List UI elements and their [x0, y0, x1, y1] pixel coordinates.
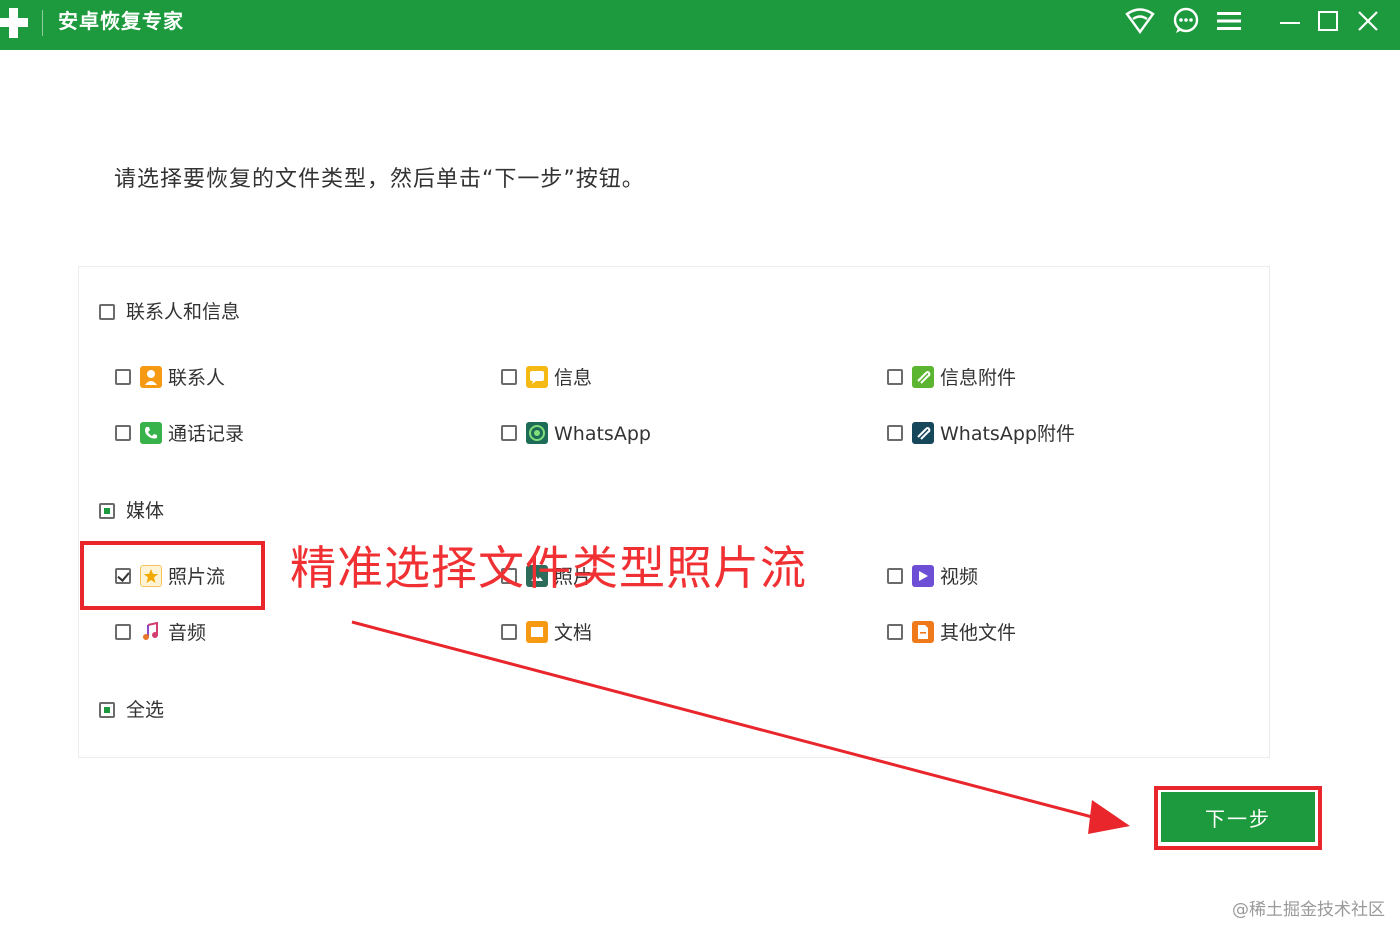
contacts-checkbox[interactable]	[115, 369, 131, 385]
contacts-label: 联系人	[168, 367, 226, 389]
wifi-icon[interactable]	[1124, 6, 1156, 36]
title-bar: 安卓恢复专家	[0, 0, 1400, 50]
videos-label: 视频	[940, 566, 979, 588]
whatsapp-attachments-label: WhatsApp附件	[940, 423, 1075, 445]
documents-checkbox[interactable]	[501, 624, 517, 640]
phone-icon	[140, 422, 162, 444]
media-group-checkbox[interactable]	[99, 503, 115, 519]
minimize-icon[interactable]	[1274, 6, 1306, 36]
file-icon	[912, 621, 934, 643]
whatsapp-checkbox[interactable]	[501, 425, 517, 441]
file-type-panel	[78, 266, 1270, 758]
message-attachments-label: 信息附件	[940, 367, 1017, 389]
app-logo-icon	[0, 4, 30, 40]
attachment-icon	[912, 366, 934, 388]
messages-label: 信息	[554, 367, 593, 389]
videos-checkbox[interactable]	[887, 568, 903, 584]
whatsapp-label: WhatsApp	[554, 423, 651, 445]
audio-label: 音频	[168, 622, 207, 644]
title-divider	[42, 10, 43, 36]
call-log-checkbox[interactable]	[115, 425, 131, 441]
call-log-label: 通话记录	[168, 423, 245, 445]
select-all-checkbox[interactable]	[99, 702, 115, 718]
contacts-messages-group-checkbox[interactable]	[99, 304, 115, 320]
documents-label: 文档	[554, 622, 593, 644]
message-attachments-checkbox[interactable]	[887, 369, 903, 385]
media-group-label: 媒体	[126, 500, 165, 522]
select-all-label: 全选	[126, 699, 165, 721]
chat-icon[interactable]	[1170, 6, 1202, 36]
instruction-text: 请选择要恢复的文件类型，然后单击“下一步”按钮。	[114, 167, 645, 192]
messages-checkbox[interactable]	[501, 369, 517, 385]
next-button[interactable]: 下一步	[1161, 792, 1315, 842]
contacts-messages-group-label: 联系人和信息	[126, 301, 241, 323]
message-icon	[526, 366, 548, 388]
maximize-icon[interactable]	[1312, 6, 1344, 36]
whatsapp-attachment-icon	[912, 422, 934, 444]
whatsapp-attachments-checkbox[interactable]	[887, 425, 903, 441]
video-icon	[912, 565, 934, 587]
photo-stream-highlight-box	[80, 541, 265, 610]
contact-icon	[140, 366, 162, 388]
other-files-label: 其他文件	[940, 622, 1017, 644]
watermark: @稀土掘金技术社区	[1232, 900, 1385, 920]
music-icon	[140, 621, 162, 643]
whatsapp-icon	[526, 422, 548, 444]
document-icon	[526, 621, 548, 643]
window-title: 安卓恢复专家	[58, 9, 184, 33]
annotation-text: 精准选择文件类型照片流	[290, 541, 807, 595]
audio-checkbox[interactable]	[115, 624, 131, 640]
menu-icon[interactable]	[1213, 6, 1245, 36]
close-icon[interactable]	[1352, 6, 1384, 36]
other-files-checkbox[interactable]	[887, 624, 903, 640]
